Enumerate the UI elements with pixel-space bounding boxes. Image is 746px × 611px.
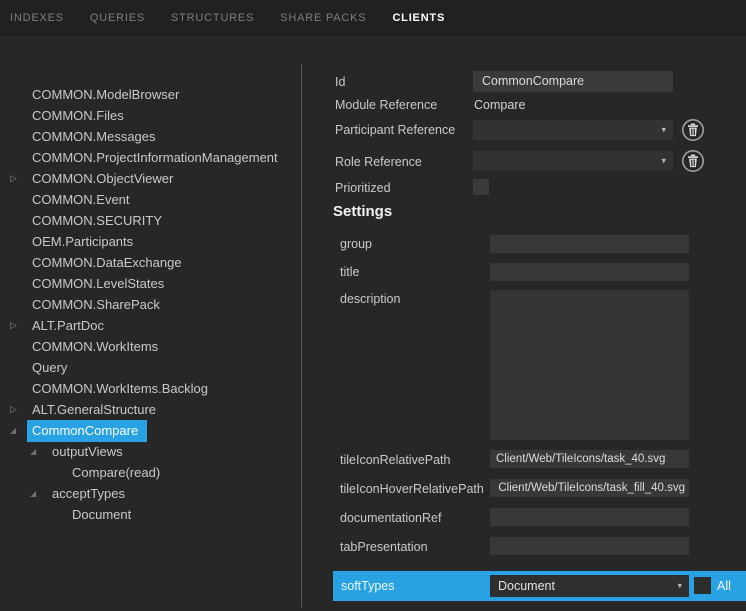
tree-item[interactable]: ◢ acceptTypes [0,483,300,504]
tile-icon-relative-path-input[interactable]: Client/Web/TileIcons/task_40.svg [490,450,689,468]
softtype-tree: COMMON.ModelBrowser COMMON.Files COMMON.… [0,84,300,525]
title-input[interactable] [490,263,689,281]
tree-item[interactable]: ▷ ALT.PartDoc [0,315,300,336]
tree-item[interactable]: Document [0,504,300,525]
tree-item[interactable]: COMMON.WorkItems.Backlog [0,378,300,399]
participant-reference-select[interactable]: ▾ [473,120,673,140]
all-checkbox[interactable] [694,577,711,594]
expander-collapsed-icon[interactable]: ▷ [8,168,32,189]
tree-item[interactable]: OEM.Participants [0,231,300,252]
tree-item-label: COMMON.ObjectViewer [32,171,174,186]
tree-item-label: OEM.Participants [32,234,134,249]
tree-item-label: COMMON.Files [32,108,124,123]
tree-item[interactable]: COMMON.Files [0,105,300,126]
tree-item-label: COMMON.LevelStates [32,276,165,291]
role-reference-value [473,155,481,169]
tree-item[interactable]: ▷ COMMON.ObjectViewer [0,168,300,189]
description-label: description [340,292,401,306]
tile-icon-hover-relative-path-input[interactable]: Client/Web/TileIcons/task_fill_40.svg [490,479,689,497]
tab-structures[interactable]: STRUCTURES [171,12,254,24]
title-label: title [340,265,360,279]
settings-heading: Settings [333,203,393,220]
expander-expanded-icon[interactable]: ◢ [28,483,52,504]
tree-item-label: CommonCompare [27,419,148,442]
softtypes-row[interactable]: softTypes Document ▾ All [333,571,746,601]
tree-item-label: acceptTypes [52,486,125,501]
tree-item-label: COMMON.WorkItems [32,339,159,354]
tree-item-label: COMMON.Event [32,192,130,207]
softtypes-selected-value: Document [498,579,555,593]
tree-item-selected[interactable]: ◢ CommonCompare [0,419,300,442]
trash-icon [682,119,704,141]
tree-item-label: ALT.GeneralStructure [32,402,157,417]
panel-divider [301,64,302,607]
tree-item-label: COMMON.SharePack [32,297,160,312]
tree-item-label: COMMON.ProjectInformationManagement [32,150,278,165]
chevron-down-icon: ▾ [661,124,666,135]
prioritized-label: Prioritized [335,181,391,195]
tile-icon-hover-relative-path-value: Client/Web/TileIcons/task_fill_40.svg [498,482,685,494]
documentation-ref-label: documentationRef [340,511,442,525]
tree-item[interactable]: COMMON.SharePack [0,294,300,315]
id-label: Id [335,75,346,89]
tree-item-label: outputViews [52,444,123,459]
module-reference-label: Module Reference [335,98,438,112]
id-input[interactable]: CommonCompare [473,71,673,92]
tree-item[interactable]: Compare(read) [0,462,300,483]
softtypes-select[interactable]: Document ▾ [490,575,689,597]
delete-role-reference-button[interactable] [681,149,705,173]
tab-presentation-input[interactable] [490,537,689,555]
participant-reference-value [473,124,481,138]
tree-item[interactable]: COMMON.ModelBrowser [0,84,300,105]
trash-icon [682,150,704,172]
tile-icon-hover-relative-path-label: tileIconHoverRelativePath [340,482,484,496]
expander-collapsed-icon[interactable]: ▷ [8,315,32,336]
tree-item[interactable]: ◢ outputViews [0,441,300,462]
tab-share-packs[interactable]: SHARE PACKS [280,12,366,24]
tree-item-label: COMMON.SECURITY [32,213,162,228]
tree-item-label: COMMON.ModelBrowser [32,87,180,102]
prioritized-checkbox[interactable] [473,179,489,195]
expander-collapsed-icon[interactable]: ▷ [8,399,32,420]
all-label: All [717,579,731,593]
softtypes-label: softTypes [341,579,395,593]
tab-presentation-label: tabPresentation [340,540,428,554]
tree-item[interactable]: COMMON.DataExchange [0,252,300,273]
tree-item[interactable]: COMMON.LevelStates [0,273,300,294]
module-reference-value: Compare [474,98,526,112]
documentation-ref-input[interactable] [490,508,689,526]
tab-queries[interactable]: QUERIES [90,12,145,24]
tree-item-label: COMMON.Messages [32,129,156,144]
tree-item-label: COMMON.DataExchange [32,255,182,270]
description-textarea[interactable] [490,290,689,440]
delete-participant-reference-button[interactable] [681,118,705,142]
top-tab-bar: INDEXES QUERIES STRUCTURES SHARE PACKS C… [0,0,746,36]
tab-indexes[interactable]: INDEXES [10,12,64,24]
chevron-down-icon: ▾ [661,155,666,166]
tree-item[interactable]: Query [0,357,300,378]
tree-item-label: COMMON.WorkItems.Backlog [32,381,209,396]
role-reference-label: Role Reference [335,155,422,169]
tab-clients[interactable]: CLIENTS [392,12,445,24]
tree-item[interactable]: ▷ ALT.GeneralStructure [0,399,300,420]
role-reference-select[interactable]: ▾ [473,151,673,171]
tree-item[interactable]: COMMON.Event [0,189,300,210]
tree-item[interactable]: COMMON.Messages [0,126,300,147]
tree-item[interactable]: COMMON.ProjectInformationManagement [0,147,300,168]
tree-item-label: Compare(read) [72,465,161,480]
expander-expanded-icon[interactable]: ◢ [28,441,52,462]
tile-icon-relative-path-label: tileIconRelativePath [340,453,451,467]
participant-reference-label: Participant Reference [335,123,456,137]
tree-item-label: Document [72,507,132,522]
group-input[interactable] [490,235,689,253]
chevron-down-icon: ▾ [677,580,682,591]
tree-item-label: Query [32,360,68,375]
tree-item[interactable]: COMMON.SECURITY [0,210,300,231]
app-window: INDEXES QUERIES STRUCTURES SHARE PACKS C… [0,0,746,611]
tree-item[interactable]: COMMON.WorkItems [0,336,300,357]
tree-item-label: ALT.PartDoc [32,318,105,333]
group-label: group [340,237,372,251]
